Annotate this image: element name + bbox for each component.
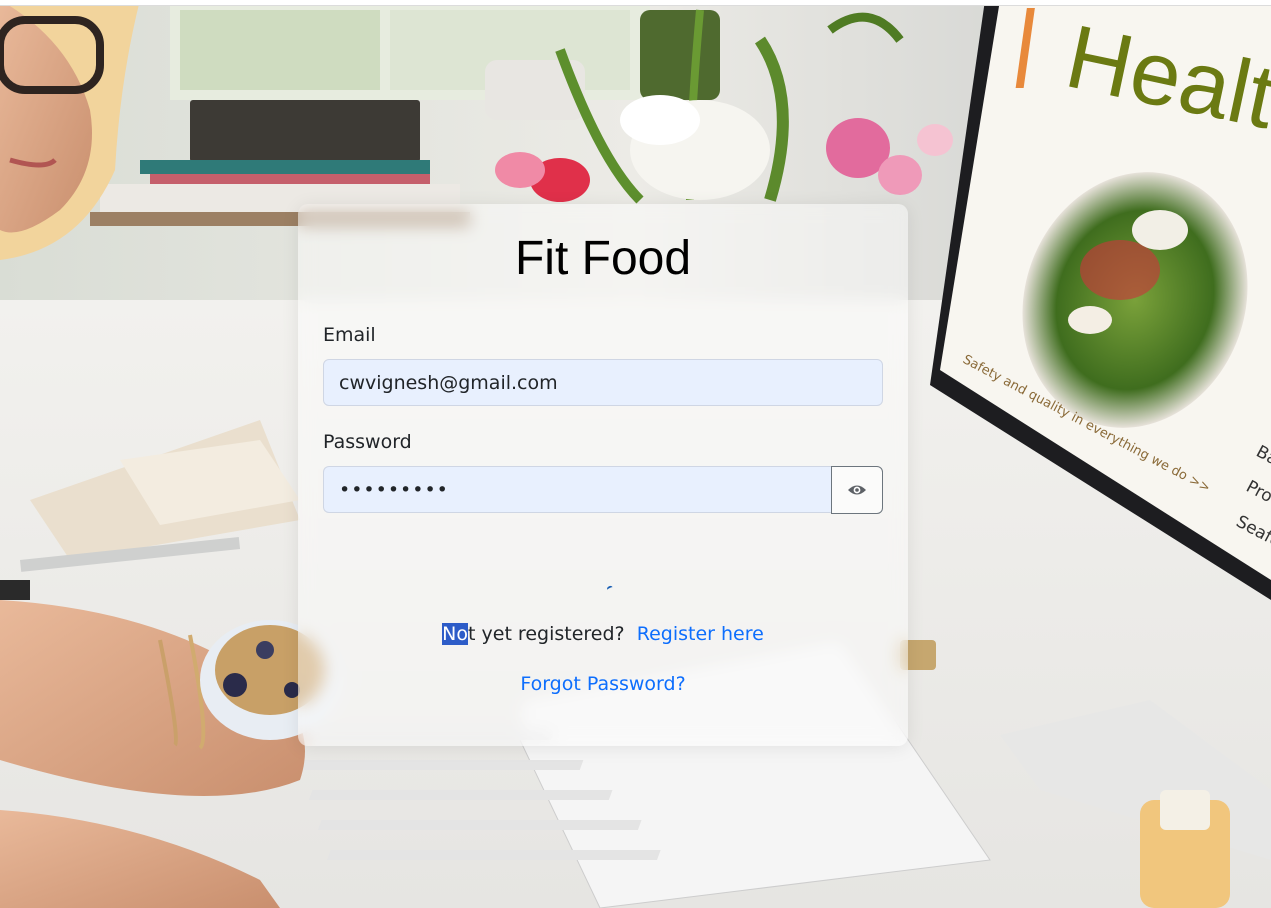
app-title: Fit Food: [514, 232, 692, 285]
show-password-button[interactable]: [831, 466, 883, 514]
selected-text: No: [442, 623, 469, 645]
forgot-password-link[interactable]: Forgot Password?: [520, 673, 685, 695]
login-card: Fit Food Email Password Not yet register…: [298, 204, 908, 746]
email-label: Email: [323, 324, 376, 346]
register-prompt-text: t yet registered?: [468, 623, 625, 645]
eye-icon: [848, 485, 866, 495]
top-border: [0, 0, 1271, 6]
password-input[interactable]: [323, 466, 832, 513]
email-input[interactable]: [323, 359, 883, 406]
password-label: Password: [323, 431, 412, 453]
login-page: Health Safety and quality in everything …: [0, 0, 1271, 908]
loading-indicator: [606, 584, 614, 593]
register-prompt: Not yet registered? Register here: [298, 623, 908, 645]
forgot-password-row: Forgot Password?: [298, 673, 908, 695]
register-link[interactable]: Register here: [637, 623, 764, 645]
